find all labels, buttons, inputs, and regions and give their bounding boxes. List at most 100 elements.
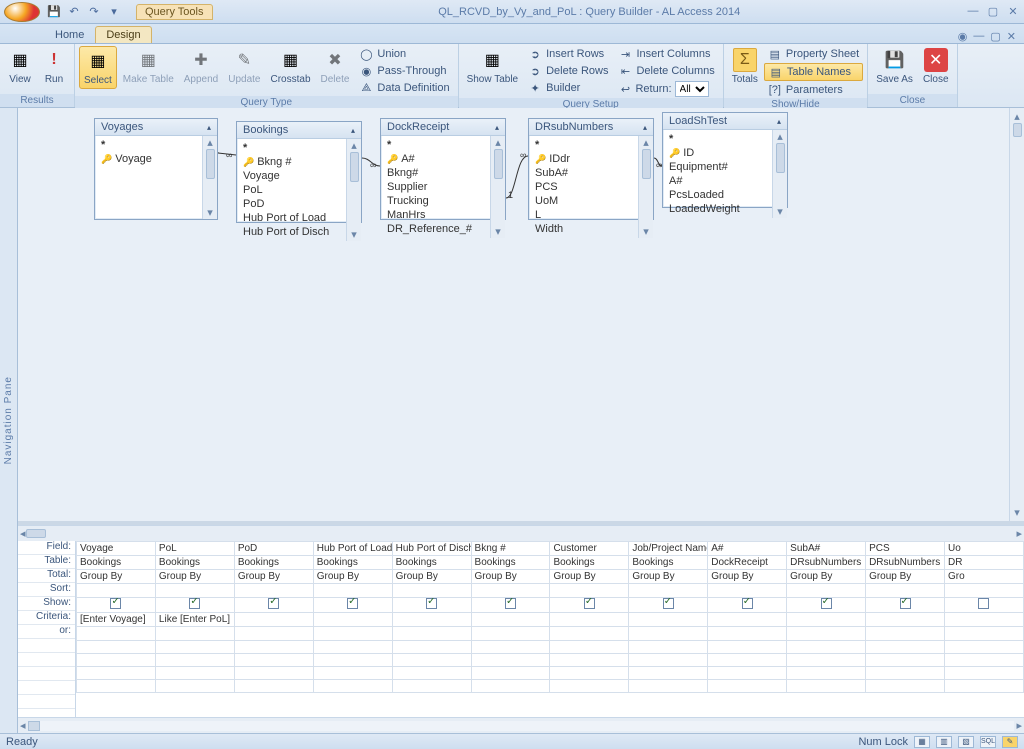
delete-query-button[interactable]: ✖Delete: [317, 46, 354, 87]
grid-cell[interactable]: [392, 654, 471, 667]
field-item[interactable]: *: [535, 138, 636, 152]
grid-cell[interactable]: [77, 598, 156, 613]
grid-cell[interactable]: [708, 680, 787, 693]
field-list[interactable]: *🔑A#Bkng#SupplierTruckingManHrsDR_Refere…: [381, 136, 490, 238]
grid-cell[interactable]: Uo: [944, 542, 1023, 556]
field-item[interactable]: PcsLoaded: [669, 188, 770, 202]
field-item[interactable]: PoD: [243, 197, 344, 211]
field-item[interactable]: 🔑Bkng #: [243, 155, 344, 169]
show-checkbox[interactable]: [426, 598, 437, 609]
table-header[interactable]: DockReceipt▴: [381, 119, 505, 136]
grid-cell[interactable]: [787, 584, 866, 598]
grid-cell[interactable]: [77, 627, 156, 641]
grid-cell[interactable]: [234, 641, 313, 654]
grid-cell[interactable]: [708, 627, 787, 641]
scroll-track[interactable]: [28, 721, 1015, 731]
scroll-thumb[interactable]: [26, 529, 46, 538]
field-item[interactable]: *: [387, 138, 488, 152]
scroll-thumb[interactable]: [206, 149, 215, 179]
scroll-down-icon[interactable]: ▾: [777, 205, 783, 218]
select-query-button[interactable]: ▦Select: [79, 46, 117, 89]
show-checkbox[interactable]: [584, 598, 595, 609]
grid-cell[interactable]: [944, 667, 1023, 680]
field-item[interactable]: A#: [669, 174, 770, 188]
scroll-up-icon[interactable]: ▴: [495, 136, 501, 149]
grid-cell[interactable]: Bookings: [155, 556, 234, 570]
grid-cell[interactable]: [471, 667, 550, 680]
field-item[interactable]: ManHrs: [387, 208, 488, 222]
grid-cell[interactable]: [392, 641, 471, 654]
scroll-up-icon[interactable]: ▴: [207, 136, 213, 149]
grid-cell[interactable]: Group By: [392, 570, 471, 584]
grid-cell[interactable]: [944, 613, 1023, 627]
scroll-thumb[interactable]: [494, 149, 503, 179]
passthrough-button[interactable]: ◉Pass-Through: [355, 63, 453, 79]
grid-cell[interactable]: [629, 667, 708, 680]
field-item[interactable]: PoL: [243, 183, 344, 197]
grid-cell[interactable]: [234, 584, 313, 598]
scroll-left-icon[interactable]: ◂: [20, 527, 26, 540]
scroll-right-icon[interactable]: ▸: [1016, 719, 1022, 732]
property-sheet-button[interactable]: ▤Property Sheet: [764, 46, 863, 62]
scroll-thumb[interactable]: [776, 143, 785, 173]
grid-cell[interactable]: [471, 584, 550, 598]
grid-cell[interactable]: Bookings: [313, 556, 392, 570]
scroll-down-icon[interactable]: ▾: [207, 206, 213, 219]
grid-cell[interactable]: [708, 667, 787, 680]
grid-cell[interactable]: [629, 680, 708, 693]
totals-button[interactable]: ΣTotals: [728, 46, 762, 87]
grid-cell[interactable]: [155, 654, 234, 667]
save-as-button[interactable]: 💾Save As: [872, 46, 917, 87]
view-pivotchart-button[interactable]: ▧: [958, 736, 974, 748]
table-loadsh[interactable]: LoadShTest▴*🔑IDEquipment#A#PcsLoadedLoad…: [662, 112, 788, 208]
grid-cell[interactable]: [392, 598, 471, 613]
grid-cell[interactable]: [77, 667, 156, 680]
scroll-up-icon[interactable]: ▴: [643, 136, 649, 149]
field-item[interactable]: UoM: [535, 194, 636, 208]
field-item[interactable]: Hub Port of Load: [243, 211, 344, 225]
grid-cell[interactable]: [155, 584, 234, 598]
show-checkbox[interactable]: [268, 598, 279, 609]
grid-cell[interactable]: [155, 680, 234, 693]
grid-cell[interactable]: Group By: [708, 570, 787, 584]
field-item[interactable]: LoadedWeight: [669, 202, 770, 216]
grid-cell[interactable]: [471, 613, 550, 627]
grid-cell[interactable]: [313, 667, 392, 680]
grid-cell[interactable]: [708, 584, 787, 598]
grid-cell[interactable]: DockReceipt: [708, 556, 787, 570]
grid-cell[interactable]: Bkng #: [471, 542, 550, 556]
make-table-button[interactable]: ▦Make Table: [119, 46, 178, 87]
redo-icon[interactable]: ↷: [86, 4, 102, 20]
grid-cell[interactable]: DR: [944, 556, 1023, 570]
grid-cell[interactable]: Bookings: [392, 556, 471, 570]
scroll-right-icon[interactable]: ▸: [1016, 527, 1022, 540]
grid-cell[interactable]: [866, 667, 945, 680]
grid-cell[interactable]: [313, 627, 392, 641]
grid-cell[interactable]: [550, 584, 629, 598]
office-button[interactable]: [4, 2, 40, 22]
grid-cell[interactable]: Bookings: [234, 556, 313, 570]
field-list[interactable]: *🔑Bkng #VoyagePoLPoDHub Port of LoadHub …: [237, 139, 346, 241]
doc-minimize-icon[interactable]: —: [973, 30, 984, 43]
grid-cell[interactable]: [629, 654, 708, 667]
update-button[interactable]: ✎Update: [224, 46, 264, 87]
grid-cell[interactable]: [787, 613, 866, 627]
grid-cell[interactable]: [392, 667, 471, 680]
grid-cell[interactable]: [550, 667, 629, 680]
field-item[interactable]: DR_Reference_#: [387, 222, 488, 236]
help-icon[interactable]: ◉: [958, 30, 968, 43]
field-item[interactable]: SubA#: [535, 166, 636, 180]
grid-cell[interactable]: [944, 654, 1023, 667]
grid-cell[interactable]: Customer: [550, 542, 629, 556]
grid-cell[interactable]: [944, 627, 1023, 641]
grid-cell[interactable]: [550, 613, 629, 627]
doc-restore-icon[interactable]: ▢: [990, 30, 1000, 43]
grid-cell[interactable]: [866, 627, 945, 641]
undo-icon[interactable]: ↶: [66, 4, 82, 20]
show-checkbox[interactable]: [663, 598, 674, 609]
table-vscroll[interactable]: ▴▾: [202, 136, 217, 219]
grid-cell[interactable]: [77, 584, 156, 598]
minimize-icon[interactable]: —: [966, 5, 980, 18]
grid-cell[interactable]: [866, 654, 945, 667]
table-bookings[interactable]: Bookings▴*🔑Bkng #VoyagePoLPoDHub Port of…: [236, 121, 362, 223]
